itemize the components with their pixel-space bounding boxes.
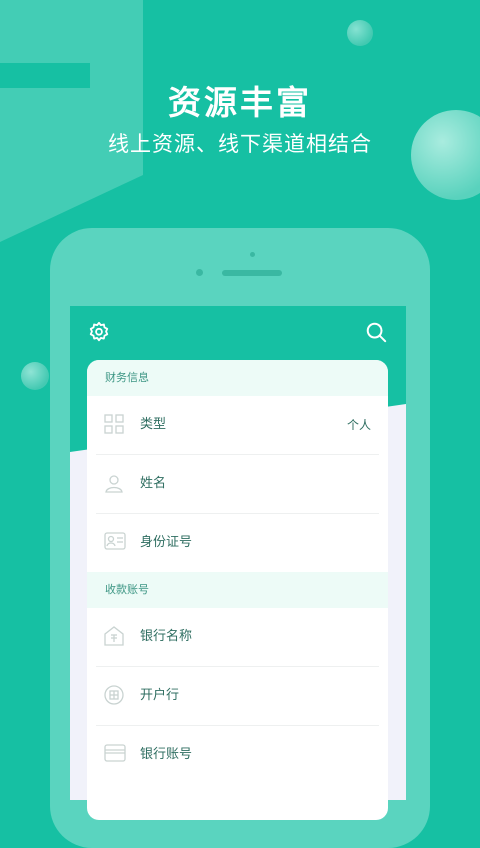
subline: 线上资源、线下渠道相结合 (108, 132, 372, 156)
user-icon (105, 475, 123, 493)
bank-icon (104, 626, 124, 646)
row-account-number-label: 银行账号 (140, 747, 193, 762)
id-card-icon (104, 532, 126, 550)
phone-camera (196, 269, 203, 276)
phone-sensor (250, 252, 255, 257)
grid-icon (104, 414, 124, 434)
info-card: 财务信息 类型 个人 姓名 身份证号 收款账号 银行名称 开户行 银行账号 (87, 360, 388, 820)
headline: 资源丰富 (168, 83, 312, 122)
branch-icon (104, 685, 124, 705)
card-icon (104, 744, 126, 762)
row-name[interactable]: 姓名 (96, 455, 379, 514)
row-id-number[interactable]: 身份证号 (96, 514, 379, 572)
row-type-label: 类型 (140, 417, 167, 432)
row-bank-name-label: 银行名称 (140, 629, 193, 644)
row-account-number[interactable]: 银行账号 (96, 726, 379, 784)
row-id-number-label: 身份证号 (140, 535, 193, 550)
row-type-value: 个人 (346, 418, 371, 432)
phone-speaker (222, 270, 282, 276)
search-icon[interactable] (365, 321, 387, 343)
section-header-account: 收款账号 (87, 572, 388, 608)
gear-icon[interactable] (88, 321, 110, 343)
section-header-finance: 财务信息 (87, 360, 388, 396)
row-branch[interactable]: 开户行 (96, 667, 379, 726)
background-decor-shape (0, 0, 143, 242)
row-bank-name[interactable]: 银行名称 (96, 608, 379, 667)
decor-bubble-left (21, 362, 49, 390)
row-type[interactable]: 类型 个人 (96, 396, 379, 455)
row-name-label: 姓名 (140, 476, 167, 491)
row-branch-label: 开户行 (140, 688, 180, 703)
decor-bubble-small (347, 20, 373, 46)
